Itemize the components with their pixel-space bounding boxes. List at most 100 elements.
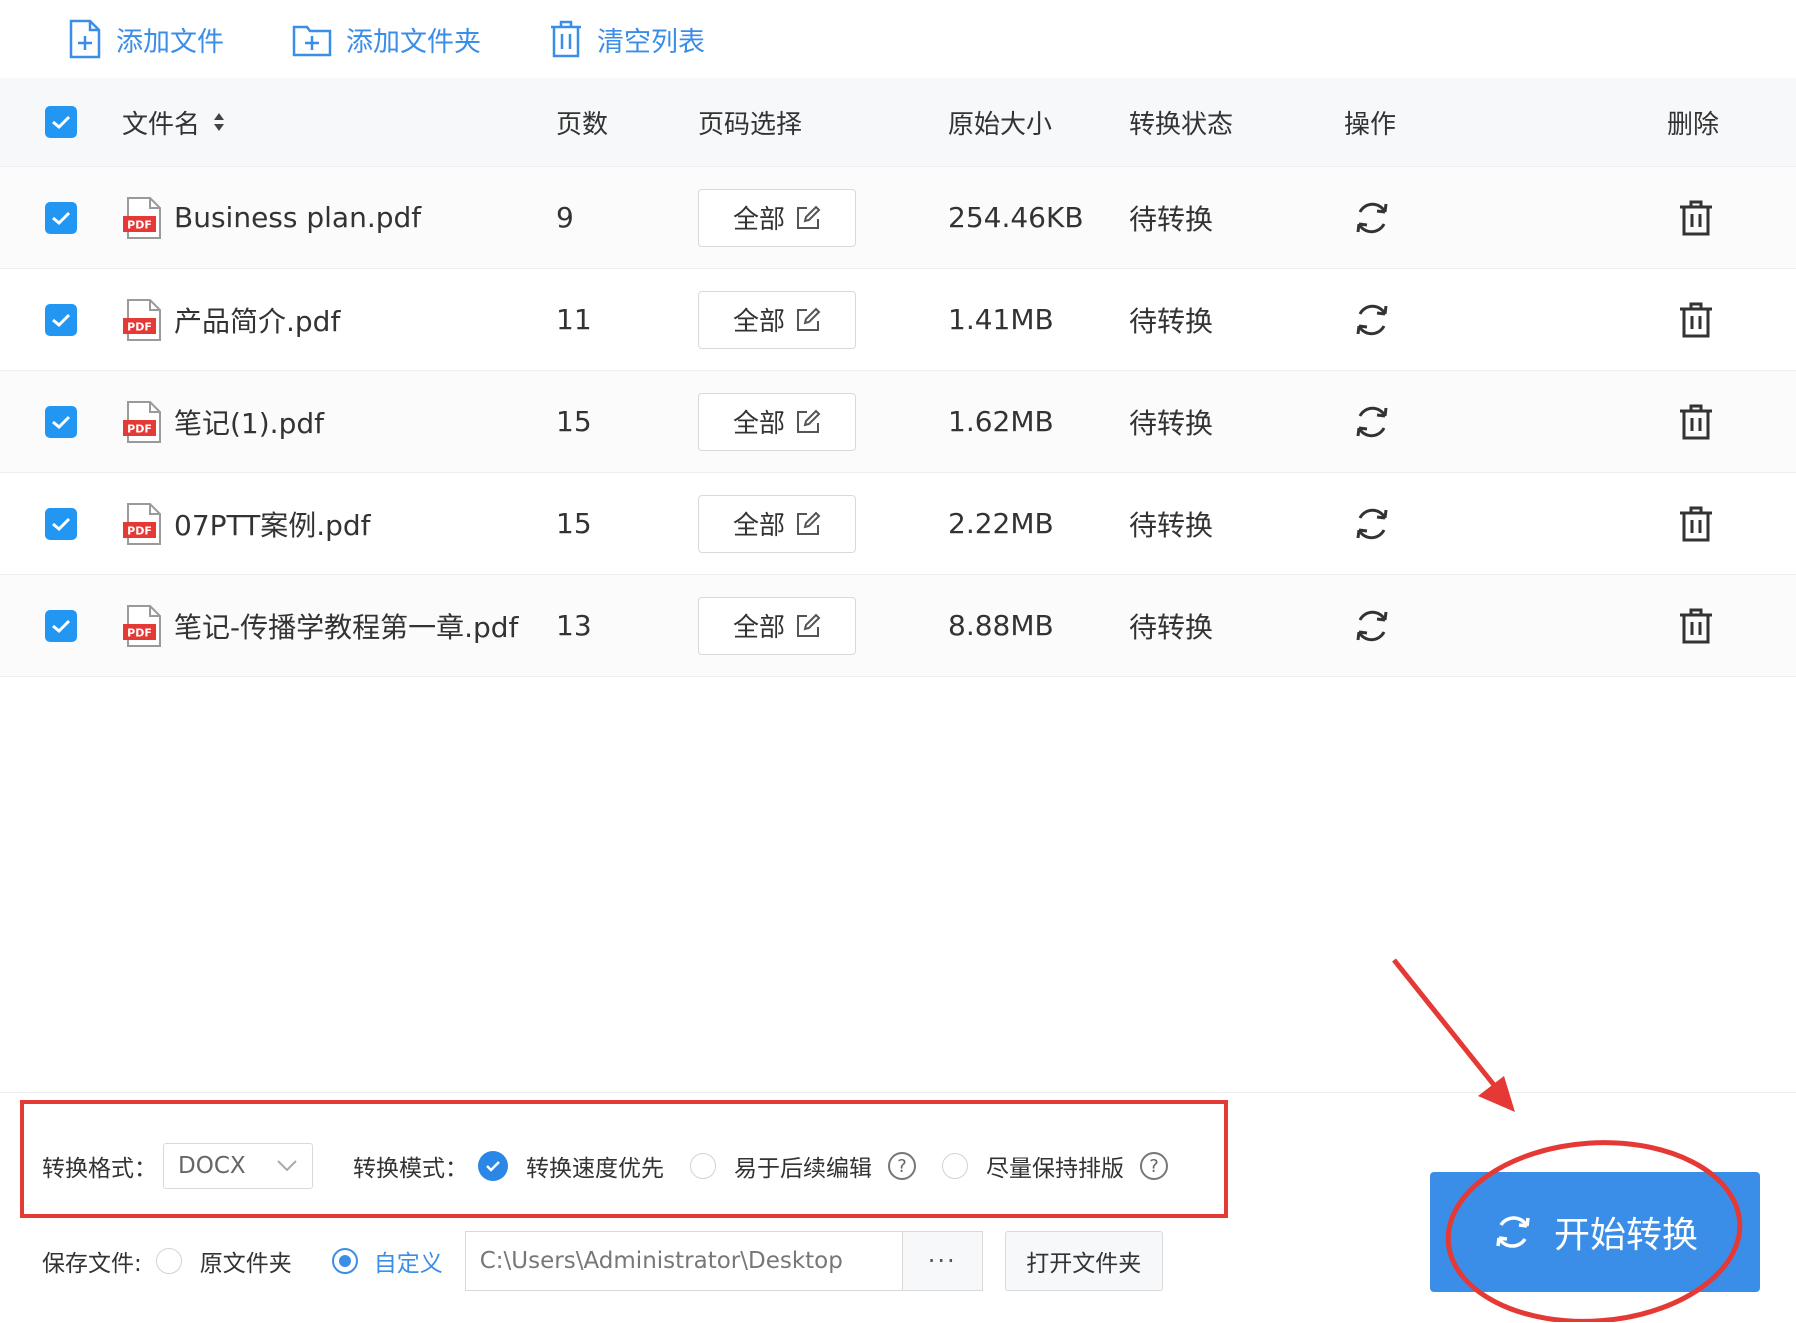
mode-edit-radio[interactable] [690, 1153, 716, 1179]
page-range-label: 全部 [732, 409, 785, 439]
svg-text:PDF: PDF [127, 626, 152, 639]
add-file-button[interactable]: 添加文件 [68, 19, 224, 59]
conversion-status: 待转换 [1129, 508, 1214, 542]
edit-icon [797, 511, 821, 535]
page-range-label: 全部 [732, 205, 785, 235]
table-row: PDF 07PTT案例.pdf 15 全部 2.22MB 待转换 [0, 473, 1796, 575]
clear-list-label: 清空列表 [597, 26, 705, 58]
conversion-status: 待转换 [1129, 610, 1214, 644]
conversion-status: 待转换 [1129, 406, 1214, 440]
save-custom-radio[interactable] [331, 1248, 358, 1274]
start-conversion-button[interactable]: 开始转换 [1430, 1172, 1760, 1292]
sort-icon [214, 113, 225, 131]
delete-icon[interactable] [1678, 403, 1714, 441]
conversion-status: 待转换 [1129, 304, 1214, 338]
open-folder-button[interactable]: 打开文件夹 [1004, 1231, 1163, 1291]
pdf-file-icon: PDF [122, 604, 164, 648]
header-action: 操作 [1344, 109, 1397, 140]
header-delete: 删除 [1667, 109, 1720, 140]
header-filename[interactable]: 文件名 [122, 78, 226, 166]
page-range-button[interactable]: 全部 [698, 188, 856, 247]
file-size: 254.46KB [948, 201, 1084, 234]
page-range-button[interactable]: 全部 [698, 290, 856, 349]
header-status: 转换状态 [1129, 109, 1234, 140]
file-name: 笔记-传播学教程第一章.pdf [174, 610, 519, 644]
annotation-arrow-line [1392, 958, 1500, 1092]
mode-layout-label: 尽量保持排版 [986, 1156, 1124, 1182]
file-size: 8.88MB [948, 609, 1054, 642]
table-row: PDF Business plan.pdf 9 全部 254.46KB 待转换 [0, 167, 1796, 269]
format-select[interactable]: DOCX [163, 1143, 313, 1189]
pdf-file-icon: PDF [122, 400, 164, 444]
delete-icon[interactable] [1678, 607, 1714, 645]
mode-speed-radio[interactable] [478, 1151, 508, 1181]
table-row: PDF 笔记(1).pdf 15 全部 1.62MB 待转换 [0, 371, 1796, 473]
svg-text:PDF: PDF [127, 320, 152, 333]
edit-icon [797, 409, 821, 433]
file-name: 07PTT案例.pdf [174, 508, 371, 542]
save-original-radio[interactable] [155, 1248, 182, 1274]
add-file-icon [69, 19, 101, 59]
file-size: 1.41MB [948, 303, 1054, 336]
page-range-button[interactable]: 全部 [698, 596, 856, 655]
add-folder-button[interactable]: 添加文件夹 [292, 20, 481, 59]
file-size: 2.22MB [948, 507, 1054, 540]
delete-icon[interactable] [1678, 301, 1714, 339]
trash-icon [551, 20, 581, 58]
row-checkbox[interactable] [45, 303, 77, 336]
edit-icon [797, 613, 821, 637]
chevron-down-icon [277, 1160, 297, 1172]
page-range-button[interactable]: 全部 [698, 392, 856, 451]
header-pages: 页数 [556, 109, 609, 140]
start-conversion-label: 开始转换 [1553, 1215, 1698, 1256]
refresh-icon[interactable] [1352, 198, 1392, 238]
toolbar: 添加文件 添加文件夹 清空列表 [0, 0, 1796, 79]
page-count: 15 [556, 405, 592, 438]
file-table: 文件名 页数 页码选择 原始大小 转换状态 操作 删除 PDF Business… [0, 78, 1796, 677]
help-icon[interactable]: ? [888, 1152, 916, 1180]
check-icon [486, 1161, 500, 1172]
row-checkbox[interactable] [45, 405, 77, 438]
delete-icon[interactable] [1678, 199, 1714, 237]
row-checkbox[interactable] [45, 507, 77, 540]
header-size: 原始大小 [948, 109, 1053, 140]
row-checkbox[interactable] [45, 609, 77, 642]
refresh-icon[interactable] [1352, 300, 1392, 340]
save-row: 保存文件: 原文件夹 自定义 ··· 打开文件夹 [42, 1231, 1163, 1291]
help-icon[interactable]: ? [1140, 1152, 1168, 1180]
mode-label: 转换模式： [353, 1156, 468, 1182]
refresh-icon[interactable] [1352, 504, 1392, 544]
delete-icon[interactable] [1678, 505, 1714, 543]
edit-icon [797, 307, 821, 331]
page-count: 15 [556, 507, 592, 540]
mode-speed-label: 转换速度优先 [526, 1156, 664, 1182]
check-icon [52, 619, 71, 633]
check-icon [52, 115, 71, 130]
pdf-file-icon: PDF [122, 502, 164, 546]
refresh-icon[interactable] [1352, 606, 1392, 646]
clear-list-button[interactable]: 清空列表 [549, 19, 705, 59]
row-checkbox[interactable] [45, 201, 77, 234]
select-all-checkbox[interactable] [45, 106, 77, 138]
pdf-file-icon: PDF [122, 298, 164, 342]
header-page-select: 页码选择 [698, 109, 803, 140]
save-original-label: 原文件夹 [199, 1251, 292, 1277]
table-header: 文件名 页数 页码选择 原始大小 转换状态 操作 删除 [0, 78, 1796, 167]
mode-layout-radio[interactable] [942, 1153, 968, 1179]
save-custom-label: 自定义 [373, 1251, 443, 1277]
save-path-input[interactable] [465, 1247, 882, 1275]
page-range-button[interactable]: 全部 [698, 494, 856, 553]
edit-icon [797, 205, 821, 229]
table-row: PDF 产品简介.pdf 11 全部 1.41MB 待转换 [0, 269, 1796, 371]
save-path-field[interactable] [464, 1231, 903, 1291]
svg-text:PDF: PDF [127, 422, 152, 435]
page-range-label: 全部 [732, 307, 785, 337]
pdf-file-icon: PDF [122, 196, 164, 240]
file-name: 产品简介.pdf [174, 304, 341, 338]
format-row: 转换格式： DOCX 转换模式： 转换速度优先 易于后续编辑 ? 尽量保持排版 … [42, 1143, 1168, 1189]
page-range-label: 全部 [732, 613, 785, 643]
browse-button[interactable]: ··· [902, 1231, 983, 1291]
check-icon [52, 211, 71, 225]
svg-text:PDF: PDF [127, 524, 152, 537]
refresh-icon[interactable] [1352, 402, 1392, 442]
